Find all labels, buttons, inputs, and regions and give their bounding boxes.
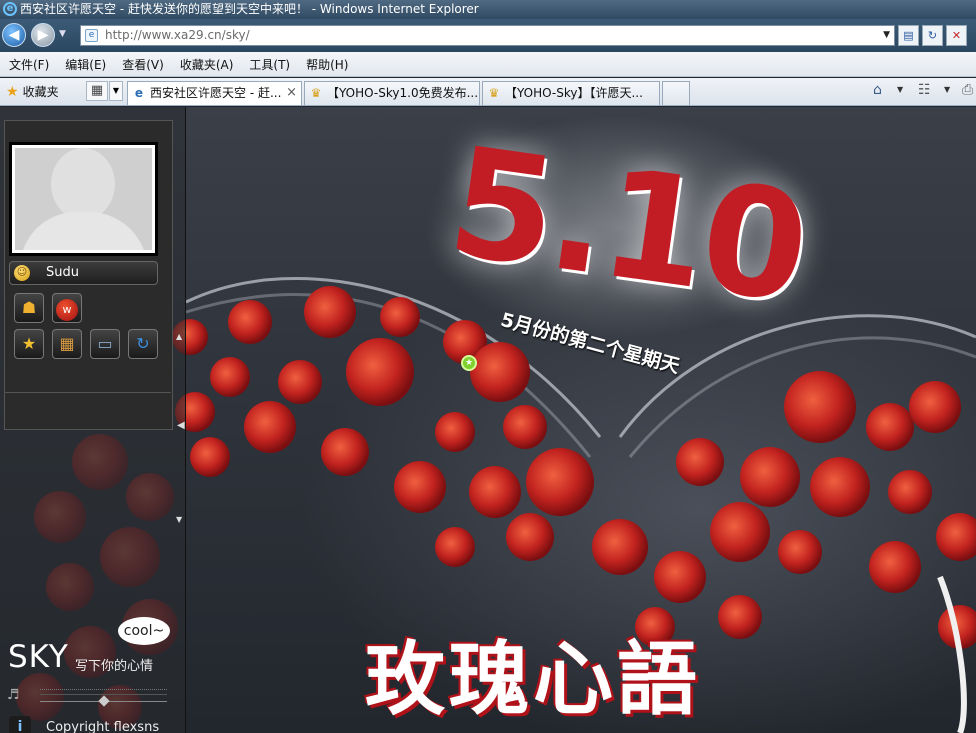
home-house-button[interactable]: ☗ [14, 293, 44, 323]
back-button[interactable]: ◀ [2, 23, 26, 47]
navigation-bar: ◀ ▶ ▼ e http://www.xa29.cn/sky/ ▼ ▤ ↻ ✕ [0, 19, 976, 52]
stop-icon: ✕ [951, 29, 962, 42]
tab-label: 【YOHO-Sky】【许愿天... [505, 86, 643, 100]
star-add-icon: ★ [21, 334, 37, 353]
address-dropdown-icon[interactable]: ▼ [883, 26, 890, 45]
sky-subtitle: 写下你的心情 [75, 659, 154, 674]
house-icon: ☗ [21, 298, 37, 317]
home-dropdown-icon[interactable]: ▼ [897, 85, 903, 94]
scroll-up-icon[interactable]: ▲ [176, 332, 182, 341]
forward-arrow-icon: ▶ [37, 27, 49, 43]
tab-xian-sky[interactable]: e 西安社区许愿天空 - 赶... × [127, 81, 302, 105]
username-bar[interactable]: ☺ Sudu [9, 261, 158, 285]
menu-bar: 文件(F) 编辑(E) 查看(V) 收藏夹(A) 工具(T) 帮助(H) [0, 52, 976, 77]
recent-pages-dropdown[interactable]: ▼ [59, 29, 66, 39]
quick-tabs-icon: ▦ [90, 83, 104, 98]
window-title-bar: e 西安社区许愿天空 - 赶快发送你的愿望到天空中来吧！ - Windows I… [0, 0, 976, 19]
rose-heart-title-art: 玫瑰心語 [365, 632, 701, 726]
ie-logo-icon: e [3, 2, 17, 16]
avatar[interactable] [9, 142, 158, 256]
menu-view[interactable]: 查看(V) [122, 56, 164, 73]
tab-yoho-sky-wish[interactable]: ♛ 【YOHO-Sky】【许愿天... [482, 81, 660, 105]
print-icon[interactable]: ⎙ [962, 82, 973, 98]
tab-label: 【YOHO-Sky1.0免费发布... [327, 86, 479, 100]
quick-tabs-button[interactable]: ▦ [86, 81, 108, 101]
collapse-sidebar-icon[interactable]: ◀ [177, 420, 185, 431]
date-headline: 5.10 [439, 115, 815, 337]
username: Sudu [46, 265, 79, 280]
home-icon[interactable]: ⌂ [873, 82, 882, 98]
copyright-text: Copyright flexsns [46, 720, 160, 733]
web-page-content: 5.10 5月份的第二个星期天 玫瑰心語 ★ ☺ Sudu ☗ w ★ ▦ ▭ … [0, 107, 976, 733]
refresh-button[interactable]: ↻ [922, 25, 943, 46]
monitor-button[interactable]: ▭ [90, 329, 120, 359]
gift-box-button[interactable]: ▦ [52, 329, 82, 359]
menu-favorites[interactable]: 收藏夹(A) [180, 56, 234, 73]
back-arrow-icon: ◀ [8, 27, 20, 43]
menu-help[interactable]: 帮助(H) [306, 56, 348, 73]
favorites-button[interactable]: ★ 收藏夹 [6, 83, 59, 100]
speaker-icon[interactable]: ♬ [7, 687, 20, 703]
wish-star-marker[interactable]: ★ [461, 355, 477, 371]
stop-button[interactable]: ✕ [946, 25, 967, 46]
info-icon[interactable]: i [9, 716, 31, 733]
scroll-down-icon[interactable]: ▼ [176, 515, 182, 524]
menu-edit[interactable]: 编辑(E) [65, 56, 106, 73]
weibo-button[interactable]: w [52, 293, 82, 323]
new-tab-button[interactable] [662, 81, 690, 105]
monitor-icon: ▭ [97, 334, 113, 353]
speech-bubble: cool~ [118, 617, 170, 645]
sky-logo-text: SKY [8, 639, 69, 675]
feeds-dropdown-icon[interactable]: ▼ [944, 85, 950, 94]
weibo-icon: w [56, 299, 78, 321]
close-tab-icon[interactable]: × [286, 82, 297, 104]
forward-button[interactable]: ▶ [31, 23, 55, 47]
volume-slider-knob[interactable] [97, 695, 110, 707]
divider [4, 392, 171, 393]
tab-list-dropdown[interactable]: ▼ [109, 81, 123, 101]
favorites-label: 收藏夹 [22, 85, 59, 99]
menu-file[interactable]: 文件(F) [9, 56, 49, 73]
feeds-icon[interactable]: ☷ [918, 82, 931, 98]
ie-page-icon: e [134, 86, 144, 100]
address-url: http://www.xa29.cn/sky/ [105, 28, 250, 42]
box-icon: ▦ [59, 334, 75, 353]
tab-yoho-sky-release[interactable]: ♛ 【YOHO-Sky1.0免费发布... [304, 81, 480, 105]
window-title: 西安社区许愿天空 - 赶快发送你的愿望到天空中来吧！ - Windows Int… [20, 2, 479, 16]
refresh-sky-button[interactable]: ↻ [128, 329, 158, 359]
menu-tools[interactable]: 工具(T) [249, 56, 290, 73]
compatibility-icon: ▤ [903, 29, 914, 42]
circular-arrow-icon: ↻ [136, 334, 150, 353]
tab-bar: ★ 收藏夹 ▦ ▼ e 西安社区许愿天空 - 赶... × ♛ 【YOHO-Sky… [0, 78, 976, 106]
tab-label: 西安社区许愿天空 - 赶... [150, 86, 282, 100]
address-bar[interactable]: e http://www.xa29.cn/sky/ ▼ [80, 25, 895, 46]
page-icon: e [85, 29, 98, 42]
trophy-icon: ♛ [488, 86, 500, 100]
refresh-icon: ↻ [927, 29, 938, 42]
favorites-star-icon: ★ [6, 84, 19, 100]
trophy-icon: ♛ [310, 86, 322, 100]
default-avatar-silhouette-icon [15, 148, 152, 250]
smiley-icon: ☺ [14, 265, 30, 281]
compatibility-view-button[interactable]: ▤ [898, 25, 919, 46]
add-star-button[interactable]: ★ [14, 329, 44, 359]
sky-sidebar: ☺ Sudu ☗ w ★ ▦ ▭ ↻ ▲ ◀ ▼ cool~ SKY 写下你的心… [0, 107, 186, 733]
